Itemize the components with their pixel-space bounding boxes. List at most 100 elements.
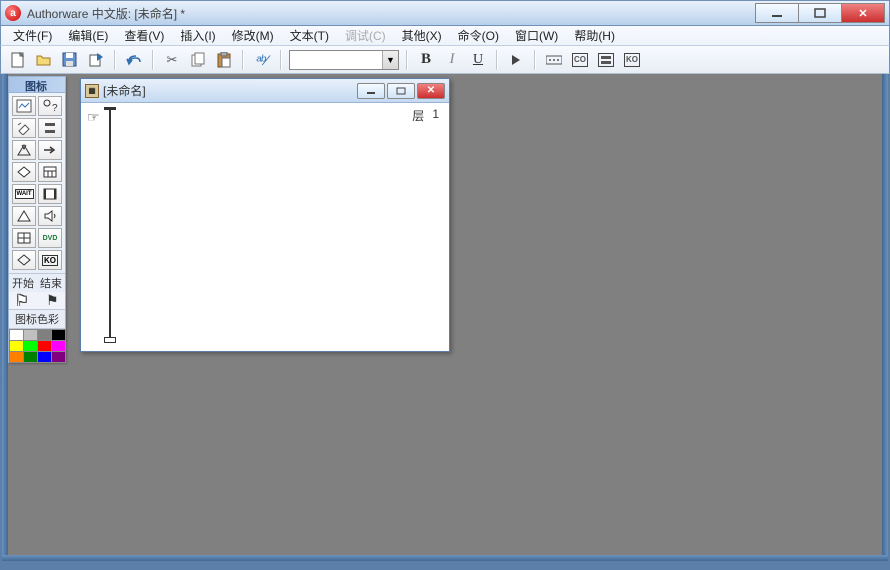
knowledge-object-button[interactable]: KO xyxy=(38,250,62,270)
child-close-button[interactable]: ✕ xyxy=(417,83,445,99)
new-button[interactable] xyxy=(7,49,29,71)
toolbar-separator xyxy=(496,50,498,70)
display-icon-button[interactable] xyxy=(12,96,36,116)
framework-icon xyxy=(42,165,58,179)
menu-text[interactable]: 文本(T) xyxy=(282,25,337,46)
bold-button[interactable]: B xyxy=(415,49,437,71)
layer-indicator: 层 1 xyxy=(412,107,439,124)
undo-button[interactable] xyxy=(123,49,145,71)
italic-button[interactable]: I xyxy=(441,49,463,71)
menu-edit[interactable]: 编辑(E) xyxy=(60,25,116,46)
interaction2-icon-button[interactable] xyxy=(38,140,62,160)
scissors-icon: ✂ xyxy=(167,52,178,68)
erase-icon xyxy=(16,121,32,135)
new-file-icon xyxy=(11,52,25,68)
wait-icon-button[interactable]: WAIT xyxy=(12,184,36,204)
run-button[interactable] xyxy=(505,49,527,71)
movie-icon xyxy=(42,187,58,201)
import-button[interactable] xyxy=(85,49,107,71)
color-swatch[interactable] xyxy=(37,351,52,363)
motion-icon-button[interactable]: ? xyxy=(38,96,62,116)
start-flag[interactable]: ⚑ xyxy=(15,292,28,309)
underline-button[interactable]: U xyxy=(467,49,489,71)
title-bar: a Authorware 中文版: [未命名] * ✕ xyxy=(0,0,890,26)
close-icon: ✕ xyxy=(858,7,867,20)
child-maximize-button[interactable] xyxy=(387,83,415,99)
end-flag[interactable]: ⚑ xyxy=(46,292,59,309)
close-icon: ✕ xyxy=(427,85,435,96)
menu-window[interactable]: 窗口(W) xyxy=(507,25,566,46)
sound-icon-button[interactable] xyxy=(38,206,62,226)
child-minimize-button[interactable] xyxy=(357,83,385,99)
minimize-icon xyxy=(771,8,783,18)
menu-help[interactable]: 帮助(H) xyxy=(566,25,623,46)
svg-text:?: ? xyxy=(52,103,58,113)
menu-view[interactable]: 查看(V) xyxy=(116,25,172,46)
decision-icon xyxy=(16,165,32,179)
toolbar-separator xyxy=(242,50,244,70)
control-panel-icon xyxy=(546,54,562,66)
cut-button[interactable]: ✂ xyxy=(161,49,183,71)
control-panel-button[interactable] xyxy=(543,49,565,71)
map-icon-button[interactable] xyxy=(12,228,36,248)
play-icon xyxy=(509,53,523,67)
maximize-button[interactable] xyxy=(798,3,842,23)
open-folder-icon xyxy=(36,53,52,67)
color-swatch[interactable] xyxy=(9,351,24,363)
undo-icon xyxy=(126,53,142,67)
open-button[interactable] xyxy=(33,49,55,71)
toolbar-separator xyxy=(406,50,408,70)
menu-commands[interactable]: 命令(O) xyxy=(450,25,507,46)
hand-pointer-icon[interactable]: ☞ xyxy=(87,109,100,126)
sound-icon xyxy=(42,209,58,223)
menu-insert[interactable]: 插入(I) xyxy=(172,25,223,46)
frame-right xyxy=(882,74,888,561)
minimize-button[interactable] xyxy=(755,3,799,23)
decision-icon-button[interactable] xyxy=(12,162,36,182)
flowline[interactable] xyxy=(109,109,111,337)
diamond-icon xyxy=(16,253,32,267)
find-button[interactable]: ᵃᵇ⁄ xyxy=(251,49,273,71)
main-toolbar: ✂ ᵃᵇ⁄ ▼ B I U CO KO xyxy=(0,46,890,74)
interaction-icon xyxy=(16,143,32,157)
color-swatch[interactable] xyxy=(51,351,66,363)
color-swatch[interactable] xyxy=(23,351,38,363)
knowledge-button[interactable]: KO xyxy=(621,49,643,71)
child-title-bar[interactable]: ▦ [未命名] ✕ xyxy=(81,79,449,103)
display-icon xyxy=(16,99,32,113)
save-all-button[interactable] xyxy=(59,49,81,71)
flowline-canvas[interactable]: 层 1 ☞ xyxy=(81,103,449,351)
menu-file[interactable]: 文件(F) xyxy=(5,25,60,46)
movie-icon-button[interactable] xyxy=(38,184,62,204)
video-icon-button[interactable] xyxy=(12,250,36,270)
find-icon: ᵃᵇ⁄ xyxy=(256,52,268,68)
erase-icon-button[interactable] xyxy=(12,118,36,138)
calc-icon-button[interactable] xyxy=(38,118,62,138)
navigate-icon-button[interactable] xyxy=(12,206,36,226)
window-title: Authorware 中文版: [未命名] * xyxy=(27,5,185,22)
map-icon xyxy=(16,231,32,245)
start-end-labels: 开始 结束 xyxy=(9,273,65,292)
menu-debug[interactable]: 调试(C) xyxy=(337,25,394,46)
paste-button[interactable] xyxy=(213,49,235,71)
close-button[interactable]: ✕ xyxy=(841,3,885,23)
maximize-icon xyxy=(814,8,826,18)
calc-icon xyxy=(42,121,58,135)
workspace: 图标 ? WAIT DVD KO 开始 结束 ⚑ ⚑ 图标色彩 xyxy=(0,74,890,563)
variables-button[interactable] xyxy=(595,49,617,71)
palette-grid: ? WAIT DVD KO xyxy=(9,93,65,273)
flowline-end-cap xyxy=(104,337,116,343)
font-combo[interactable]: ▼ xyxy=(289,50,399,70)
functions-button[interactable]: CO xyxy=(569,49,591,71)
variables-icon xyxy=(598,53,614,67)
menu-bar: 文件(F) 编辑(E) 查看(V) 插入(I) 修改(M) 文本(T) 调试(C… xyxy=(0,26,890,46)
app-icon: a xyxy=(5,5,21,21)
save-icon xyxy=(62,52,78,68)
framework-icon-button[interactable] xyxy=(38,162,62,182)
menu-xtras[interactable]: 其他(X) xyxy=(394,25,450,46)
digital-movie-icon-button[interactable]: DVD xyxy=(38,228,62,248)
menu-modify[interactable]: 修改(M) xyxy=(224,25,282,46)
copy-icon xyxy=(191,52,206,67)
copy-button[interactable] xyxy=(187,49,209,71)
interaction-icon-button[interactable] xyxy=(12,140,36,160)
